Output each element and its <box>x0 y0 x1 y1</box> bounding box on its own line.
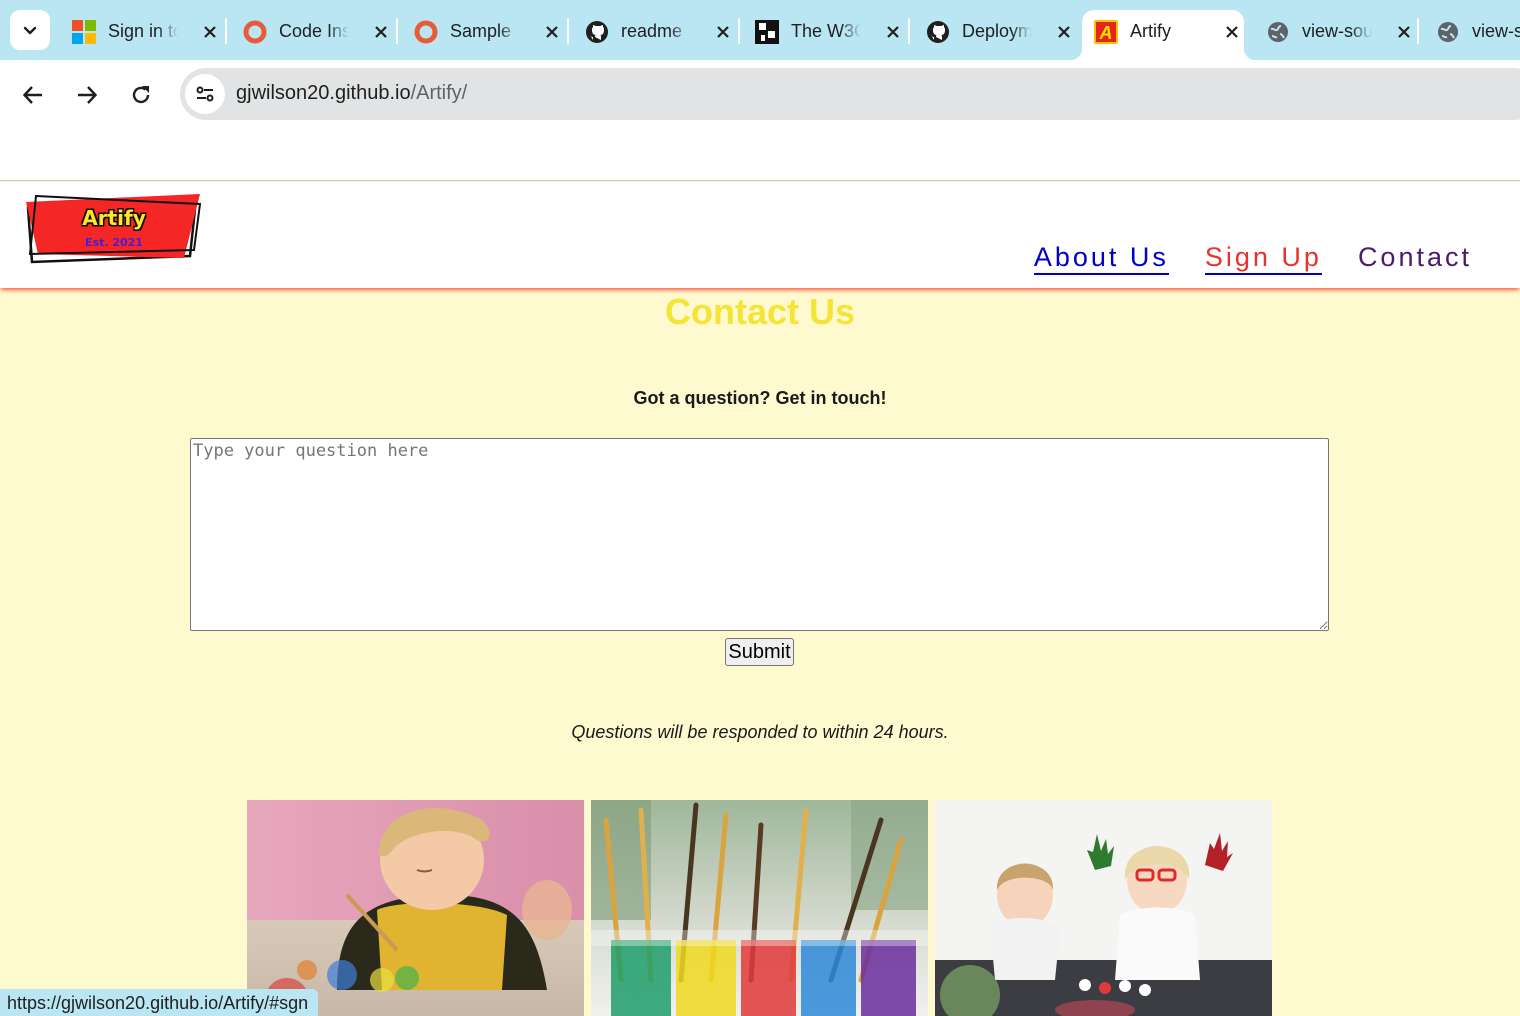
tab-separator <box>1417 18 1419 44</box>
tab-title: view-source <box>1302 21 1372 41</box>
browser-tab[interactable]: view-s <box>1436 10 1520 54</box>
tab-title: Sign in to <box>108 21 178 41</box>
url-host: gjwilson20.github.io <box>236 82 411 104</box>
close-icon[interactable] <box>1218 18 1246 46</box>
arrow-left-icon <box>22 86 42 104</box>
tab-separator <box>738 18 740 44</box>
main-nav: About Us Sign Up Contact <box>1033 242 1472 275</box>
reload-button[interactable] <box>123 77 159 113</box>
girls-painted-hands-image <box>935 800 1272 1016</box>
tab-title: view-s <box>1472 21 1520 41</box>
chevron-down-icon <box>23 26 37 35</box>
artify-icon: A <box>1094 20 1118 44</box>
logo-subtext: Est. 2021 <box>85 236 143 249</box>
browser-tab[interactable]: view-source <box>1266 10 1426 54</box>
page-title: Contact Us <box>664 291 856 332</box>
browser-tab-active[interactable]: A Artify <box>1070 10 1256 60</box>
close-icon[interactable] <box>1390 18 1418 46</box>
close-icon[interactable] <box>709 18 737 46</box>
url-text: gjwilson20.github.io/Artify/ <box>236 82 467 105</box>
tab-separator <box>908 18 910 44</box>
contact-section: Contact Us Got a question? Get in touch!… <box>0 288 1520 1016</box>
github-icon <box>926 20 950 44</box>
tab-separator <box>225 18 227 44</box>
browser-tab[interactable]: The W3C <box>755 10 915 54</box>
close-icon[interactable] <box>367 18 395 46</box>
address-bar[interactable]: gjwilson20.github.io/Artify/ <box>180 68 1520 120</box>
site-header: Artify Est. 2021 About Us Sign Up Contac… <box>0 182 1520 288</box>
artify-logo[interactable]: Artify Est. 2021 <box>24 192 204 268</box>
paint-brushes-cups-image <box>591 800 928 1016</box>
bookmark-bar <box>0 130 1520 181</box>
browser-tab[interactable]: Code Institute <box>243 10 403 54</box>
tab-title: The W3C <box>791 21 861 41</box>
globe-icon <box>1436 20 1460 44</box>
code-institute-icon <box>414 20 438 44</box>
close-icon[interactable] <box>538 18 566 46</box>
browser-tab-content: A Artify <box>1094 10 1244 54</box>
url-path: /Artify/ <box>410 82 468 104</box>
github-icon <box>585 20 609 44</box>
nav-about-us[interactable]: About Us <box>1033 242 1169 275</box>
nav-contact[interactable]: Contact <box>1358 242 1472 275</box>
tab-title: Deployment <box>962 21 1032 41</box>
submit-button[interactable]: Submit <box>725 638 794 666</box>
tune-icon <box>196 86 214 102</box>
back-button[interactable] <box>15 77 51 113</box>
site-info-button[interactable] <box>185 74 225 114</box>
browser-tab[interactable]: Sign in to <box>72 10 232 54</box>
forward-button[interactable] <box>69 77 105 113</box>
response-note: Questions will be responded to within 24… <box>571 722 949 742</box>
tab-title: Code Institute <box>279 21 349 41</box>
status-url-bubble: https://gjwilson20.github.io/Artify/#sgn <box>0 989 319 1016</box>
boy-painting-image <box>247 800 584 1016</box>
browser-tab[interactable]: Sample <box>414 10 574 54</box>
arrow-right-icon <box>78 86 98 104</box>
browser-toolbar: gjwilson20.github.io/Artify/ <box>0 60 1520 130</box>
close-icon[interactable] <box>879 18 907 46</box>
close-icon[interactable] <box>196 18 224 46</box>
tab-separator <box>396 18 398 44</box>
w3c-icon <box>755 20 779 44</box>
close-icon[interactable] <box>1050 18 1078 46</box>
logo-text: Artify <box>82 206 146 230</box>
microsoft-icon <box>72 20 96 44</box>
globe-icon <box>1266 20 1290 44</box>
tab-title: readme <box>621 21 683 41</box>
tab-title: Sample <box>450 21 512 41</box>
browser-tab[interactable]: readme <box>585 10 745 54</box>
tab-title: Artify <box>1130 21 1172 41</box>
code-institute-icon <box>243 20 267 44</box>
browser-tab[interactable]: Deployment <box>926 10 1086 54</box>
nav-sign-up[interactable]: Sign Up <box>1204 242 1322 275</box>
question-textarea[interactable] <box>190 438 1329 631</box>
browser-tabstrip: Sign in to Code Institute Sample readme … <box>0 0 1520 60</box>
question-prompt: Got a question? Get in touch! <box>633 388 887 408</box>
tab-separator <box>567 18 569 44</box>
reload-icon <box>132 86 150 104</box>
tab-search-button[interactable] <box>10 10 50 50</box>
svg-text:A: A <box>1099 23 1113 43</box>
